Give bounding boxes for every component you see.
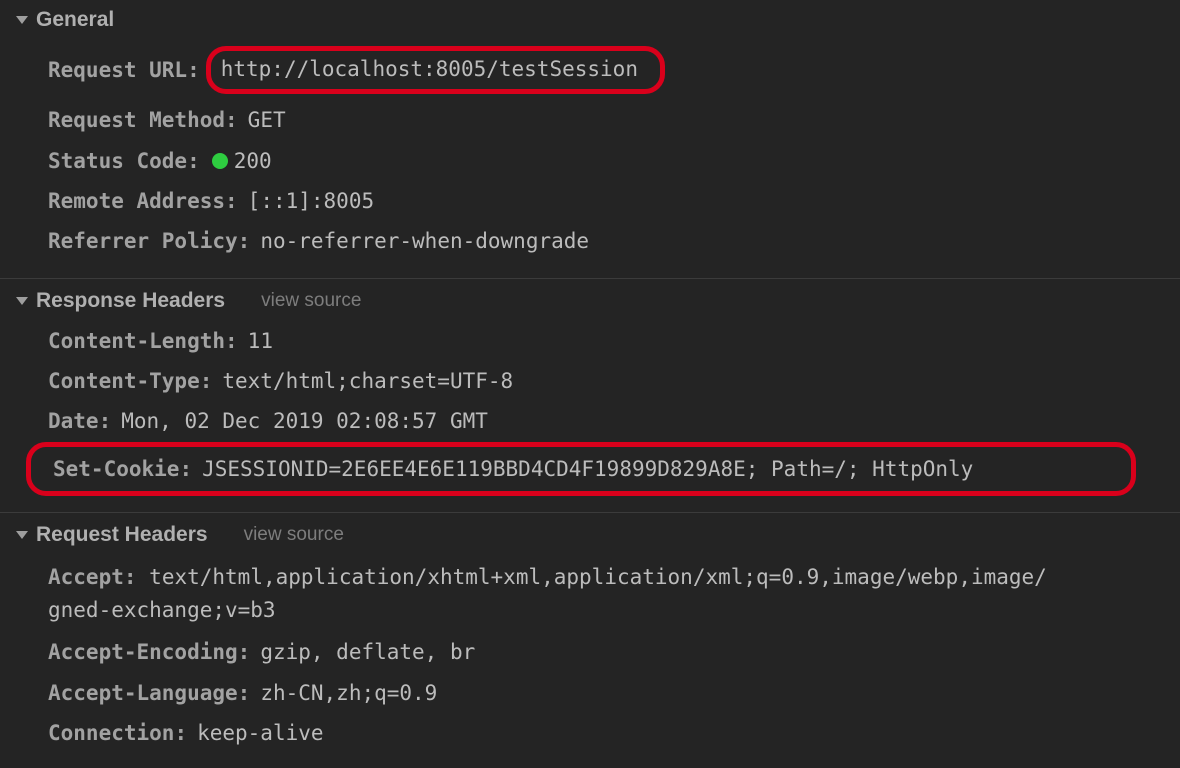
request-url-value: http://localhost:8005/testSession: [221, 57, 638, 81]
general-section-body: Request URL: http://localhost:8005/testS…: [0, 36, 1180, 272]
accept-row: Accept: text/html,application/xhtml+xml,…: [48, 555, 1148, 632]
accept-value-cont: gned-exchange;v=b3: [48, 598, 276, 622]
response-headers-title: Response Headers: [36, 289, 225, 313]
accept-encoding-value: gzip, deflate, br: [260, 638, 475, 666]
status-code-row: Status Code: 200: [48, 141, 1180, 181]
request-url-highlight: http://localhost:8005/testSession: [206, 46, 665, 94]
content-length-value: 11: [248, 327, 273, 355]
referrer-policy-row: Referrer Policy: no-referrer-when-downgr…: [48, 221, 1180, 261]
request-method-value: GET: [248, 106, 286, 134]
request-headers-title: Request Headers: [36, 523, 208, 547]
request-method-label: Request Method: [48, 106, 225, 134]
referrer-policy-label: Referrer Policy: [48, 227, 238, 255]
general-section-header[interactable]: General: [0, 4, 1180, 36]
date-label: Date: [48, 407, 99, 435]
triangle-down-icon: [16, 297, 28, 305]
request-headers-section-header[interactable]: Request Headers view source: [0, 519, 1180, 551]
triangle-down-icon: [16, 16, 28, 24]
content-type-row: Content-Type: text/html;charset=UTF-8: [48, 361, 1180, 401]
accept-encoding-row: Accept-Encoding: gzip, deflate, br: [48, 632, 1180, 672]
status-dot-icon: [212, 153, 228, 169]
accept-language-row: Accept-Language: zh-CN,zh;q=0.9: [48, 673, 1180, 713]
request-headers-view-source[interactable]: view source: [244, 524, 344, 546]
content-length-row: Content-Length: 11: [48, 321, 1180, 361]
set-cookie-label: Set-Cookie: [53, 455, 179, 483]
request-method-row: Request Method: GET: [48, 100, 1180, 140]
request-url-label: Request URL: [48, 56, 187, 84]
remote-address-label: Remote Address: [48, 187, 225, 215]
content-length-label: Content-Length: [48, 327, 225, 355]
remote-address-value: [::1]:8005: [248, 187, 374, 215]
set-cookie-value: JSESSIONID=2E6EE4E6E119BBD4CD4F19899D829…: [202, 455, 973, 483]
response-headers-body: Content-Length: 11 Content-Type: text/ht…: [0, 317, 1180, 506]
triangle-down-icon: [16, 531, 28, 539]
response-headers-view-source[interactable]: view source: [261, 290, 361, 312]
accept-value: text/html,application/xhtml+xml,applicat…: [149, 565, 1047, 589]
response-headers-section-header[interactable]: Response Headers view source: [0, 285, 1180, 317]
set-cookie-row: Set-Cookie: JSESSIONID=2E6EE4E6E119BBD4C…: [26, 442, 1136, 496]
content-type-label: Content-Type: [48, 367, 200, 395]
divider: [0, 278, 1180, 279]
connection-label: Connection: [48, 719, 174, 747]
status-code-value: 200: [234, 147, 272, 175]
date-value: Mon, 02 Dec 2019 02:08:57 GMT: [121, 407, 488, 435]
date-row: Date: Mon, 02 Dec 2019 02:08:57 GMT: [48, 401, 1180, 441]
accept-language-label: Accept-Language: [48, 679, 238, 707]
status-code-label: Status Code: [48, 147, 187, 175]
connection-row: Connection: keep-alive: [48, 713, 1180, 753]
content-type-value: text/html;charset=UTF-8: [222, 367, 513, 395]
referrer-policy-value: no-referrer-when-downgrade: [260, 227, 589, 255]
divider: [0, 512, 1180, 513]
general-section-title: General: [36, 8, 114, 32]
remote-address-row: Remote Address: [::1]:8005: [48, 181, 1180, 221]
accept-language-value: zh-CN,zh;q=0.9: [260, 679, 437, 707]
accept-label: Accept: [48, 565, 124, 589]
headers-panel: General Request URL: http://localhost:80…: [0, 0, 1180, 763]
request-url-row: Request URL: http://localhost:8005/testS…: [48, 40, 1180, 100]
connection-value: keep-alive: [197, 719, 323, 747]
request-headers-body: Accept: text/html,application/xhtml+xml,…: [0, 551, 1180, 763]
accept-encoding-label: Accept-Encoding: [48, 638, 238, 666]
